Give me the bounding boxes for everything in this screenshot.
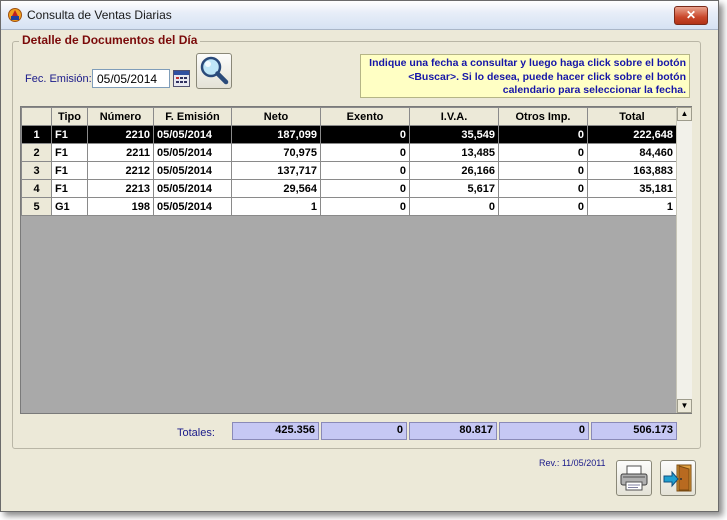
cell-fecha[interactable]: 05/05/2014: [153, 179, 232, 198]
cell-tipo[interactable]: F1: [51, 161, 88, 180]
total-neto: 425.356: [232, 422, 319, 440]
date-input[interactable]: [92, 69, 170, 88]
cell-fecha[interactable]: 05/05/2014: [153, 161, 232, 180]
printer-icon: [620, 465, 648, 491]
column-header-total[interactable]: Total: [587, 107, 677, 126]
table-row[interactable]: 5 G1 198 05/05/2014 1 0 0 0 1: [21, 197, 677, 216]
column-header-numero[interactable]: Número: [87, 107, 154, 126]
magnifier-icon: [200, 56, 229, 85]
cell-exento[interactable]: 0: [320, 143, 410, 162]
totals-label: Totales:: [177, 427, 215, 439]
main-window: Consulta de Ventas Diarias ✕ Detalle de …: [0, 0, 719, 512]
cell-row-number[interactable]: 3: [21, 161, 52, 180]
cell-numero[interactable]: 198: [87, 197, 154, 216]
documents-table: Tipo Número F. Emisión Neto Exento I.V.A…: [21, 107, 677, 216]
cell-iva[interactable]: 5,617: [409, 179, 499, 198]
cell-neto[interactable]: 1: [231, 197, 321, 216]
print-button[interactable]: [616, 460, 652, 496]
column-header-otros[interactable]: Otros Imp.: [498, 107, 588, 126]
calendar-button[interactable]: [173, 70, 190, 87]
documents-grid[interactable]: Tipo Número F. Emisión Neto Exento I.V.A…: [20, 106, 692, 414]
cell-numero[interactable]: 2210: [87, 125, 154, 144]
group-title: Detalle de Documentos del Día: [19, 33, 201, 47]
cell-total[interactable]: 84,460: [587, 143, 677, 162]
total-iva: 80.817: [409, 422, 497, 440]
cell-total[interactable]: 163,883: [587, 161, 677, 180]
cell-iva[interactable]: 0: [409, 197, 499, 216]
cell-neto[interactable]: 137,717: [231, 161, 321, 180]
cell-numero[interactable]: 2211: [87, 143, 154, 162]
total-otros: 0: [499, 422, 589, 440]
cell-tipo[interactable]: F1: [51, 143, 88, 162]
cell-otros[interactable]: 0: [498, 143, 588, 162]
cell-total[interactable]: 1: [587, 197, 677, 216]
cell-total[interactable]: 35,181: [587, 179, 677, 198]
table-row[interactable]: 4 F1 2213 05/05/2014 29,564 0 5,617 0 35,181: [21, 179, 677, 198]
revision-label: Rev.: 11/05/2011: [539, 458, 606, 468]
cell-otros[interactable]: 0: [498, 161, 588, 180]
cell-neto[interactable]: 29,564: [231, 179, 321, 198]
table-row[interactable]: 2 F1 2211 05/05/2014 70,975 0 13,485 0 84,460: [21, 143, 677, 162]
table-row[interactable]: 3 F1 2212 05/05/2014 137,717 0 26,166 0 163,883: [21, 161, 677, 180]
calendar-icon: [173, 70, 190, 87]
total-total: 506.173: [591, 422, 677, 440]
cell-numero[interactable]: 2213: [87, 179, 154, 198]
column-header-exento[interactable]: Exento: [320, 107, 410, 126]
cell-tipo[interactable]: F1: [51, 179, 88, 198]
column-header[interactable]: [21, 107, 52, 126]
column-header-iva[interactable]: I.V.A.: [409, 107, 499, 126]
column-header-fecha[interactable]: F. Emisión: [153, 107, 232, 126]
cell-iva[interactable]: 35,549: [409, 125, 499, 144]
cell-fecha[interactable]: 05/05/2014: [153, 125, 232, 144]
date-label: Fec. Emisión:: [25, 73, 92, 85]
cell-exento[interactable]: 0: [320, 197, 410, 216]
cell-iva[interactable]: 26,166: [409, 161, 499, 180]
cell-row-number[interactable]: 4: [21, 179, 52, 198]
exit-door-icon: [663, 464, 692, 492]
hint-box: Indique una fecha a consultar y luego ha…: [360, 54, 690, 98]
cell-exento[interactable]: 0: [320, 179, 410, 198]
cell-tipo[interactable]: F1: [51, 125, 88, 144]
cell-fecha[interactable]: 05/05/2014: [153, 143, 232, 162]
cell-tipo[interactable]: G1: [51, 197, 88, 216]
search-button[interactable]: [196, 53, 232, 89]
cell-otros[interactable]: 0: [498, 197, 588, 216]
title-bar[interactable]: Consulta de Ventas Diarias ✕: [1, 1, 718, 30]
cell-otros[interactable]: 0: [498, 179, 588, 198]
cell-fecha[interactable]: 05/05/2014: [153, 197, 232, 216]
exit-button[interactable]: [660, 460, 696, 496]
cell-numero[interactable]: 2212: [87, 161, 154, 180]
column-header-tipo[interactable]: Tipo: [51, 107, 88, 126]
cell-iva[interactable]: 13,485: [409, 143, 499, 162]
window-title: Consulta de Ventas Diarias: [27, 8, 172, 22]
total-exento: 0: [321, 422, 407, 440]
table-header-row: Tipo Número F. Emisión Neto Exento I.V.A…: [21, 107, 677, 126]
cell-total[interactable]: 222,648: [587, 125, 677, 144]
app-icon: [7, 7, 23, 23]
cell-neto[interactable]: 70,975: [231, 143, 321, 162]
close-button[interactable]: ✕: [674, 6, 708, 25]
scroll-up-arrow-icon[interactable]: ▲: [677, 107, 692, 121]
cell-exento[interactable]: 0: [320, 125, 410, 144]
cell-otros[interactable]: 0: [498, 125, 588, 144]
vertical-scrollbar[interactable]: ▲ ▼: [676, 107, 692, 413]
scroll-down-arrow-icon[interactable]: ▼: [677, 399, 692, 413]
cell-row-number[interactable]: 1: [21, 125, 52, 144]
cell-row-number[interactable]: 5: [21, 197, 52, 216]
column-header-neto[interactable]: Neto: [231, 107, 321, 126]
cell-neto[interactable]: 187,099: [231, 125, 321, 144]
table-row[interactable]: 1 F1 2210 05/05/2014 187,099 0 35,549 0 222,648: [21, 125, 677, 144]
cell-exento[interactable]: 0: [320, 161, 410, 180]
cell-row-number[interactable]: 2: [21, 143, 52, 162]
